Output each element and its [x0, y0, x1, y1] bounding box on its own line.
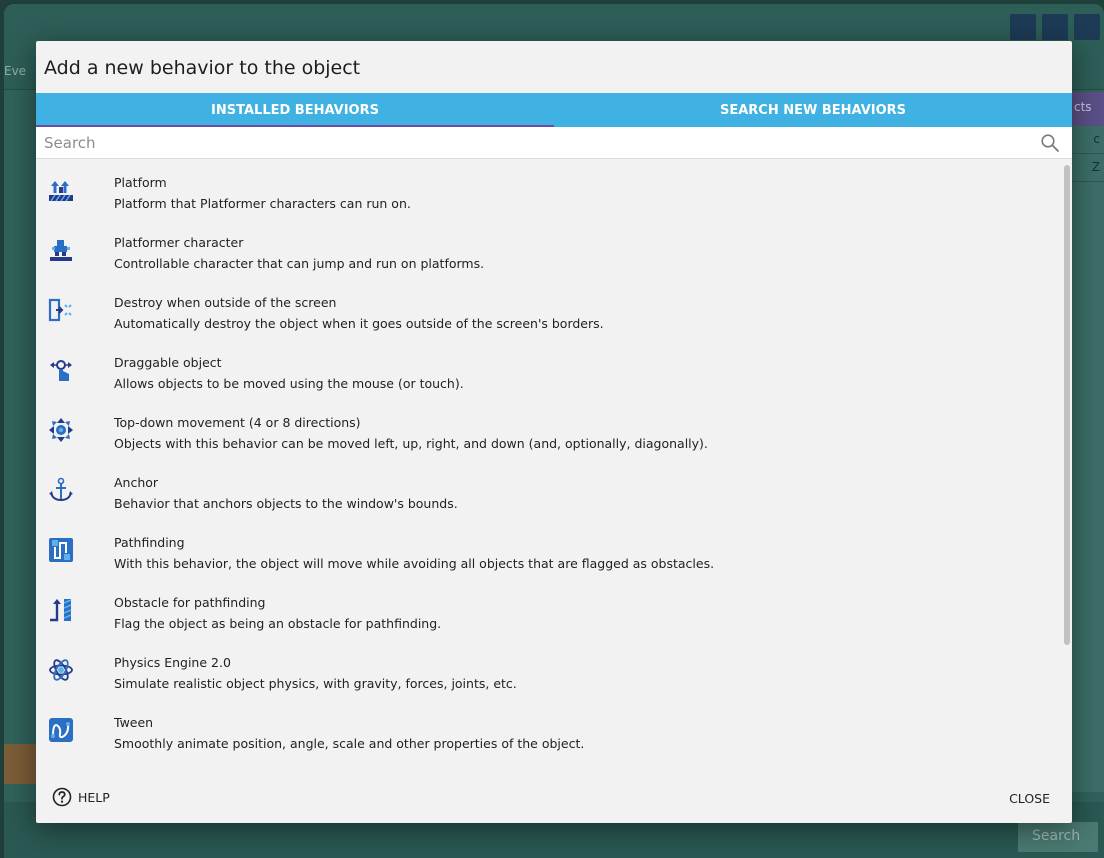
behavior-name: Pathfinding: [114, 535, 185, 550]
behavior-name: Platform: [114, 175, 167, 190]
background-panel-row: c: [1068, 126, 1104, 154]
behavior-description: Behavior that anchors objects to the win…: [114, 496, 458, 511]
background-tool-icon: [1042, 14, 1068, 40]
behavior-description: With this behavior, the object will move…: [114, 556, 715, 571]
search-bar: [36, 127, 1072, 159]
tab-installed-behaviors[interactable]: INSTALLED BEHAVIORS: [36, 93, 554, 127]
help-button[interactable]: HELP: [52, 787, 110, 807]
behavior-description: Flag the object as being an obstacle for…: [114, 616, 442, 631]
close-button[interactable]: CLOSE: [1009, 791, 1050, 806]
tab-bar: INSTALLED BEHAVIORS SEARCH NEW BEHAVIORS: [36, 93, 1072, 127]
behavior-name: Tween: [114, 715, 154, 730]
behavior-item-destroy-outside[interactable]: Destroy when outside of the screen Autom…: [36, 283, 1064, 343]
behavior-description: Controllable character that can jump and…: [114, 256, 485, 271]
behavior-item-obstacle[interactable]: Obstacle for pathfinding Flag the object…: [36, 583, 1064, 643]
background-scene-preview: [4, 744, 38, 784]
behavior-item-topdown-movement[interactable]: Top-down movement (4 or 8 directions) Ob…: [36, 403, 1064, 463]
behavior-item-pathfinding[interactable]: Pathfinding With this behavior, the obje…: [36, 523, 1064, 583]
behavior-name: Top-down movement (4 or 8 directions): [114, 415, 361, 430]
add-behavior-dialog: Add a new behavior to the object INSTALL…: [36, 41, 1072, 823]
behavior-item-tween[interactable]: Tween Smoothly animate position, angle, …: [36, 703, 1064, 763]
behavior-item-platform[interactable]: Platform Platform that Platformer charac…: [36, 163, 1064, 223]
behavior-description: Automatically destroy the object when it…: [114, 316, 604, 331]
platformer-character-icon: [50, 240, 72, 261]
platform-icon: [49, 181, 73, 202]
behavior-name: Physics Engine 2.0: [114, 655, 231, 670]
search-icon[interactable]: [1040, 133, 1060, 153]
behavior-name: Obstacle for pathfinding: [114, 595, 266, 610]
behavior-item-platformer-character[interactable]: Platformer character Controllable charac…: [36, 223, 1064, 283]
behavior-item-draggable[interactable]: Draggable object Allows objects to be mo…: [36, 343, 1064, 403]
topdown-movement-icon: [49, 418, 73, 442]
behavior-description: Objects with this behavior can be moved …: [114, 436, 708, 451]
background-panel-row: Z: [1068, 154, 1104, 182]
pathfinding-icon: [49, 538, 73, 562]
destroy-outside-icon: [48, 298, 72, 322]
behavior-description: Platform that Platformer characters can …: [114, 196, 411, 211]
behavior-description: Allows objects to be moved using the mou…: [114, 376, 464, 391]
background-search: Search: [1018, 822, 1098, 852]
physics-icon: [49, 659, 73, 681]
background-tab-label: Eve: [4, 64, 27, 78]
background-tool-icon: [1074, 14, 1100, 40]
obstacle-icon: [50, 599, 72, 622]
behavior-name: Anchor: [114, 475, 159, 490]
behavior-name: Draggable object: [114, 355, 222, 370]
tab-search-new-behaviors[interactable]: SEARCH NEW BEHAVIORS: [554, 93, 1072, 127]
list-scrollbar[interactable]: [1064, 165, 1070, 645]
behavior-name: Destroy when outside of the screen: [114, 295, 337, 310]
anchor-icon: [49, 477, 73, 502]
help-icon: [52, 787, 72, 807]
background-panel-header: cts: [1068, 92, 1104, 126]
search-input[interactable]: [44, 132, 1024, 154]
help-label: HELP: [78, 789, 110, 805]
behavior-description: Smoothly animate position, angle, scale …: [114, 736, 585, 751]
draggable-icon: [50, 360, 72, 381]
behavior-list: Platform Platform that Platformer charac…: [36, 163, 1064, 767]
behavior-description: Simulate realistic object physics, with …: [114, 676, 517, 691]
background-objects-panel: cts c Z: [1068, 92, 1104, 792]
dialog-title: Add a new behavior to the object: [44, 57, 361, 79]
behavior-item-anchor[interactable]: Anchor Behavior that anchors objects to …: [36, 463, 1064, 523]
background-tool-icon: [1010, 14, 1036, 40]
behavior-name: Platformer character: [114, 235, 244, 250]
tween-icon: [49, 718, 73, 742]
behavior-item-physics-engine[interactable]: Physics Engine 2.0 Simulate realistic ob…: [36, 643, 1064, 703]
